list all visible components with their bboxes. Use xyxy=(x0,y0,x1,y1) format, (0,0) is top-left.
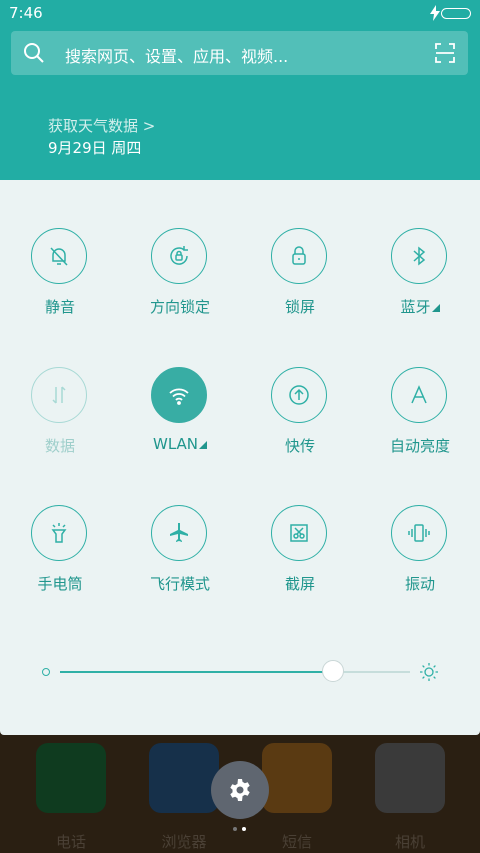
brightness-low-icon xyxy=(42,668,50,676)
toggle-bluetooth[interactable]: 蓝牙 xyxy=(360,228,480,328)
airplane-icon xyxy=(151,505,207,561)
toggle-label: 手电筒 xyxy=(37,575,83,593)
toggle-label: 截屏 xyxy=(284,575,315,593)
slider-thumb[interactable] xyxy=(322,660,344,682)
search-input[interactable]: 搜索网页、设置、应用、视频... xyxy=(65,43,288,67)
settings-button[interactable] xyxy=(211,761,269,819)
toggle-auto-brightness[interactable]: 自动亮度 xyxy=(360,367,480,467)
quick-transfer-icon xyxy=(271,367,327,423)
auto-brightness-icon xyxy=(391,367,447,423)
browser-icon xyxy=(149,743,219,813)
mobile-data-icon xyxy=(31,367,87,423)
toggle-wlan[interactable]: WLAN xyxy=(120,367,240,467)
menu-indicator-icon xyxy=(431,304,440,312)
vibrate-icon xyxy=(391,505,447,561)
weather-link[interactable]: 获取天气数据 > xyxy=(48,115,155,136)
toggle-vibrate[interactable]: 振动 xyxy=(360,505,480,605)
toggle-airplane-mode[interactable]: 飞行模式 xyxy=(120,505,240,605)
quick-settings-panel: 静音 方向锁定 锁屏 蓝牙 数据 WLAN 快传 自动亮度 手电筒 飞行模式 截… xyxy=(0,180,480,735)
toggle-label: 飞行模式 xyxy=(149,575,210,593)
search-bar[interactable]: 搜索网页、设置、应用、视频... xyxy=(11,31,468,75)
status-bar: 7:46 xyxy=(0,0,480,28)
rotation-lock-icon xyxy=(151,228,207,284)
page-indicator xyxy=(233,827,253,833)
charging-icon xyxy=(430,5,440,21)
toggle-label: 自动亮度 xyxy=(389,437,450,455)
screenshot-icon xyxy=(271,505,327,561)
lock-icon xyxy=(271,228,327,284)
toggle-label: 蓝牙 xyxy=(360,296,480,317)
wifi-icon xyxy=(151,367,207,423)
toggle-flashlight[interactable]: 手电筒 xyxy=(0,505,120,605)
menu-indicator-icon xyxy=(199,441,207,449)
message-icon xyxy=(262,743,332,813)
toggle-label: 锁屏 xyxy=(284,298,315,316)
toggle-screenshot[interactable]: 截屏 xyxy=(240,505,360,605)
gear-icon xyxy=(230,779,250,801)
app-label: 相机 xyxy=(394,833,425,851)
toggle-label: 振动 xyxy=(404,575,435,593)
brightness-high-icon xyxy=(420,663,438,681)
battery-icon xyxy=(441,8,471,19)
date-text: 9月29日 周四 xyxy=(48,139,142,157)
brightness-slider[interactable] xyxy=(40,658,440,688)
flashlight-icon xyxy=(31,505,87,561)
search-icon xyxy=(24,43,44,63)
toggle-quick-transfer[interactable]: 快传 xyxy=(240,367,360,467)
toggle-label: 静音 xyxy=(44,298,75,316)
phone-icon xyxy=(36,743,106,813)
toggle-label: 快传 xyxy=(284,437,315,455)
camera-icon xyxy=(375,743,445,813)
toggle-silent[interactable]: 静音 xyxy=(0,228,120,328)
toggle-label: WLAN xyxy=(120,435,240,453)
app-phone[interactable]: 电话 xyxy=(0,743,120,851)
scan-icon[interactable] xyxy=(435,43,455,63)
app-camera[interactable]: 相机 xyxy=(339,743,459,851)
toggle-rotation-lock[interactable]: 方向锁定 xyxy=(120,228,240,328)
notification-header: 7:46 搜索网页、设置、应用、视频... 获取天气数据 > 9月29日 周四 xyxy=(0,0,480,180)
slider-fill xyxy=(60,671,333,673)
toggle-label: 方向锁定 xyxy=(149,298,210,316)
clock: 7:46 xyxy=(9,4,43,22)
bell-off-icon xyxy=(31,228,87,284)
toggle-lock-screen[interactable]: 锁屏 xyxy=(240,228,360,328)
toggle-mobile-data[interactable]: 数据 xyxy=(0,367,120,467)
toggle-label: 数据 xyxy=(44,437,75,455)
bluetooth-icon xyxy=(391,228,447,284)
